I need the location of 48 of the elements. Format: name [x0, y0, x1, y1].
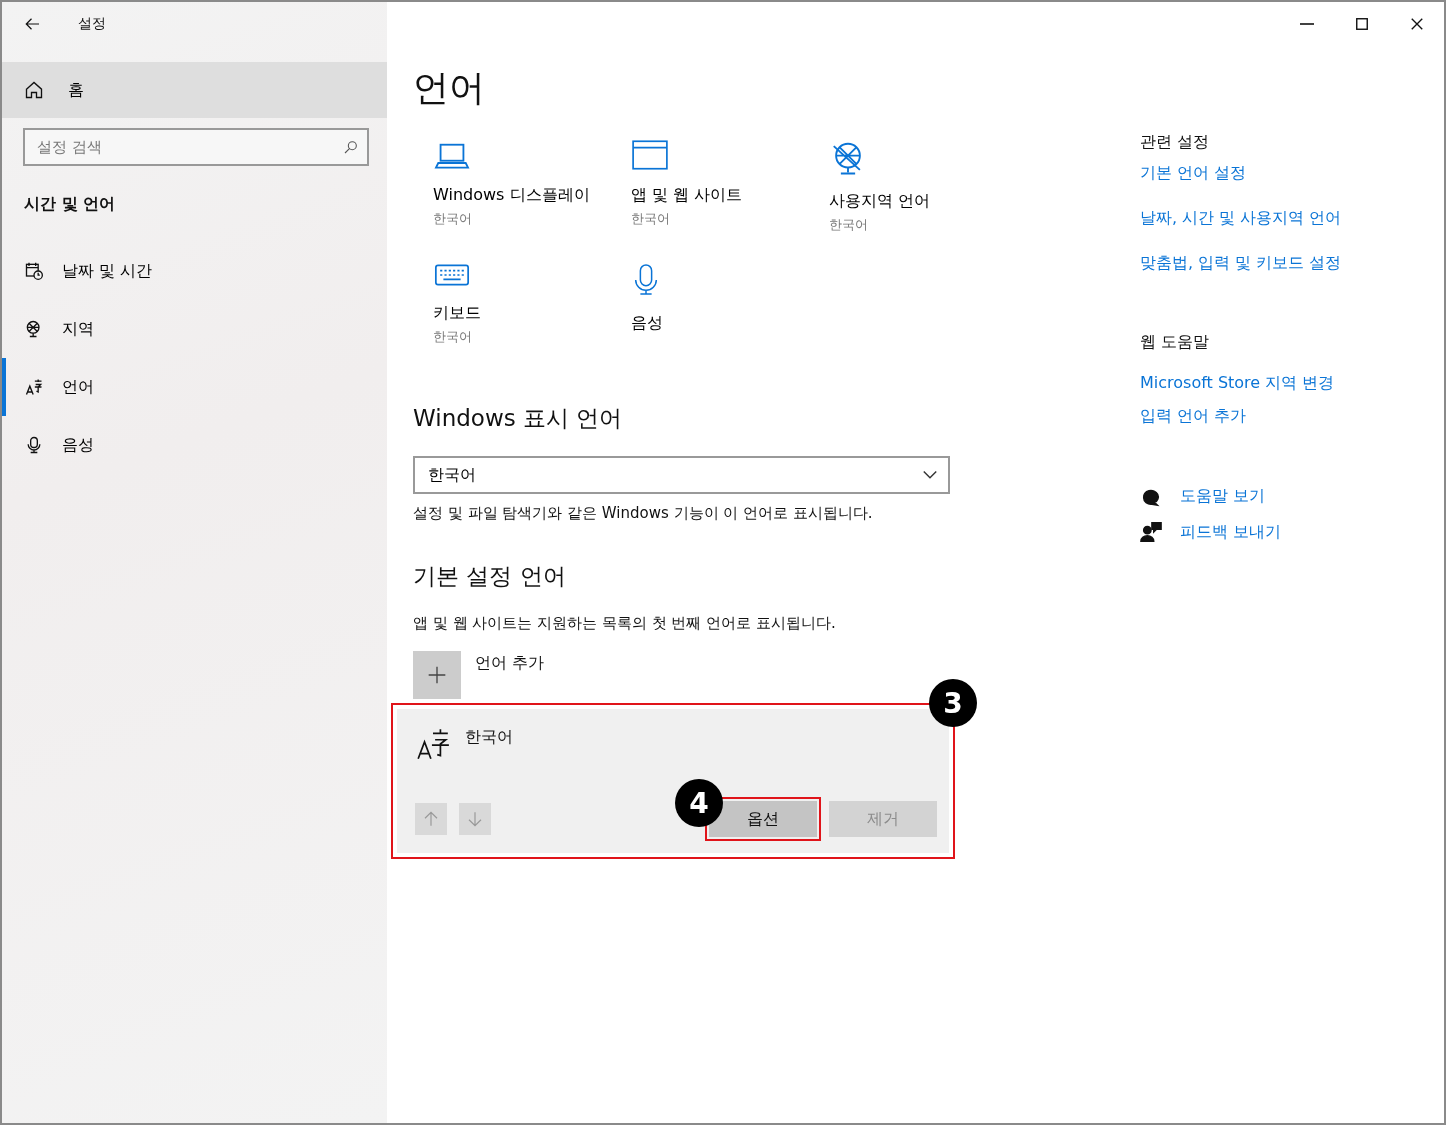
- section-title: 시간 및 언어: [24, 194, 116, 213]
- home-nav-item[interactable]: 홈: [2, 62, 387, 118]
- help-link[interactable]: 피드백 보내기: [1180, 521, 1282, 543]
- section-heading: 기본 설정 언어: [413, 562, 567, 591]
- close-icon: [1409, 17, 1424, 31]
- search-icon: [343, 139, 359, 155]
- language-tile[interactable]: 음성: [631, 261, 829, 365]
- page-title: 언어: [413, 66, 486, 110]
- language-name: 한국어: [465, 727, 513, 748]
- section-heading: 웹 도움말: [1140, 332, 1211, 353]
- language-tile[interactable]: 사용지역 언어 한국어: [829, 139, 1027, 243]
- callout-number: 3: [929, 679, 977, 727]
- language-tile[interactable]: 앱 및 웹 사이트 한국어: [631, 139, 829, 243]
- minimize-icon: [1299, 23, 1314, 25]
- add-language-label: 언어 추가: [475, 653, 545, 674]
- window-icon: [631, 139, 669, 171]
- maximize-icon: [1354, 17, 1369, 31]
- home-icon: [24, 80, 44, 100]
- settings-link[interactable]: 기본 언어 설정: [1140, 163, 1342, 184]
- down-arrow-icon: [466, 810, 484, 828]
- settings-link[interactable]: 날짜, 시간 및 사용지역 언어: [1140, 208, 1342, 229]
- language-tile[interactable]: 키보드 한국어: [433, 261, 631, 365]
- section-heading: 관련 설정: [1140, 132, 1211, 153]
- plus-icon: [427, 665, 447, 685]
- calendar-clock-icon: [24, 261, 44, 281]
- sidebar-nav-item[interactable]: 지역: [2, 300, 387, 358]
- language-action-button[interactable]: 옵션: [709, 801, 817, 837]
- language-icon: [415, 727, 451, 761]
- keyboard-icon: [433, 261, 471, 289]
- description-text: 설정 및 파일 탐색기와 같은 Windows 기능이 이 언어로 표시됩니다.: [413, 504, 874, 523]
- settings-link[interactable]: 맞춤법, 입력 및 키보드 설정: [1140, 253, 1342, 274]
- section-heading: Windows 표시 언어: [413, 404, 624, 433]
- language-tile[interactable]: Windows 디스플레이 한국어: [433, 139, 631, 243]
- sidebar-nav-item[interactable]: 언어: [2, 358, 387, 416]
- callout-number: 4: [675, 779, 723, 827]
- language-icon: [24, 377, 44, 397]
- description-text: 앱 및 웹 사이트는 지원하는 목록의 첫 번째 언어로 표시됩니다.: [413, 614, 837, 633]
- window-title: 설정: [78, 15, 106, 33]
- language-dropdown[interactable]: 한국어: [413, 456, 950, 494]
- help-link[interactable]: Microsoft Store 지역 변경: [1140, 373, 1342, 394]
- sidebar-nav-item[interactable]: 날짜 및 시간: [2, 242, 387, 300]
- help-link[interactable]: 도움말 보기: [1180, 485, 1266, 507]
- up-arrow-icon: [422, 810, 440, 828]
- search-field[interactable]: 설정 검색: [23, 128, 369, 166]
- add-language-button[interactable]: [413, 651, 461, 699]
- help-link[interactable]: 입력 언어 추가: [1140, 406, 1342, 427]
- sidebar-nav-item[interactable]: 음성: [2, 416, 387, 474]
- feedback-person-icon: [1140, 521, 1162, 543]
